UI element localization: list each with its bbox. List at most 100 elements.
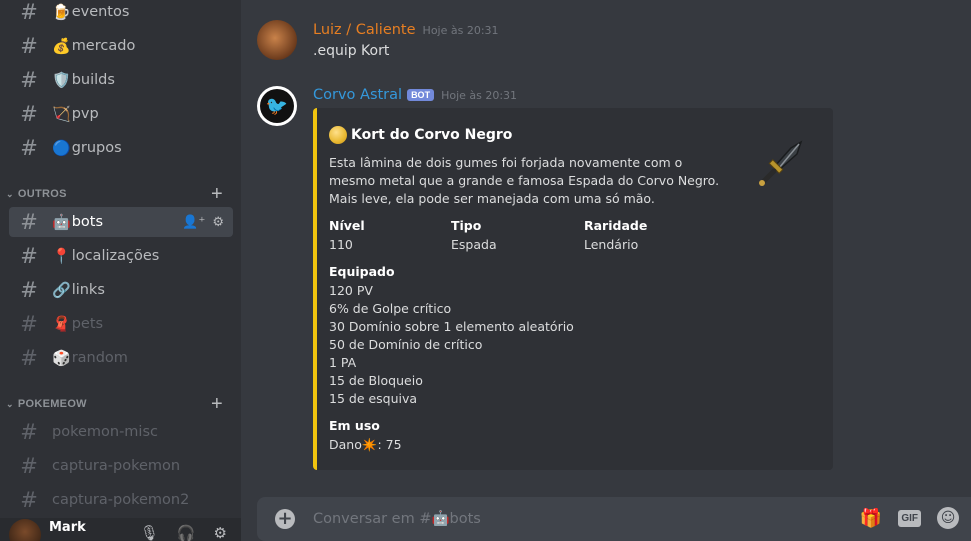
invite-icon[interactable]: 👤⁺	[182, 215, 205, 230]
channel-eventos[interactable]: # 🍺 eventos	[9, 0, 233, 27]
field-tipo-value: Espada	[451, 237, 497, 252]
channel-random[interactable]: # 🎲 random	[9, 343, 233, 373]
field-nivel-name: Nível	[329, 218, 365, 233]
avatar[interactable]: 🐦	[257, 86, 297, 126]
channel-mercado[interactable]: # 💰 mercado	[9, 31, 233, 61]
channel-pets[interactable]: # 🧣 pets	[9, 309, 233, 339]
field-equipado-name: Equipado	[329, 264, 395, 279]
message-header: Luiz / Caliente Hoje às 20:31	[313, 22, 499, 38]
stat-line: 6% de Golpe crítico	[329, 301, 452, 316]
channel-emoji: 🏹	[52, 105, 71, 123]
placeholder-emoji: 🤖	[431, 511, 450, 527]
embed-title-text: Kort do Corvo Negro	[351, 127, 513, 143]
channel-label: mercado	[71, 38, 136, 54]
gear-icon[interactable]: ⚙	[214, 524, 227, 541]
hash-icon: #	[20, 136, 38, 160]
channel-label: random	[71, 350, 128, 366]
timestamp: Hoje às 20:31	[441, 88, 518, 102]
category-label: OUTROS	[17, 188, 67, 200]
channel-emoji: 🔗	[52, 281, 71, 299]
damage-emoji: ✴️	[361, 437, 378, 452]
message-input[interactable]: Conversar em #🤖bots	[313, 510, 481, 527]
channel-localizacoes[interactable]: # 📍 localizações	[9, 241, 233, 271]
channel-label: eventos	[71, 4, 130, 20]
message-header: Corvo Astral BOT Hoje às 20:31	[313, 87, 517, 103]
stat-line: 30 Domínio sobre 1 elemento aleatório	[329, 319, 574, 334]
channel-captura-pokemon2[interactable]: # captura-pokemon2	[9, 485, 233, 515]
user-panel: Mark 🎙 🎧 ⚙	[0, 518, 241, 541]
gear-icon[interactable]: ⚙	[212, 215, 224, 230]
channel-bots[interactable]: # 🤖 bots 👤⁺ ⚙	[9, 207, 233, 237]
hash-icon: #	[20, 278, 38, 302]
avatar[interactable]	[9, 518, 41, 541]
hash-icon: #	[20, 210, 38, 234]
field-tipo-name: Tipo	[451, 218, 482, 233]
field-raridade-value: Lendário	[584, 237, 639, 252]
message-text: .equip Kort	[313, 43, 390, 59]
timestamp: Hoje às 20:31	[422, 23, 499, 37]
headphones-icon[interactable]: 🎧	[177, 524, 196, 541]
category-label: POKEMEOW	[17, 398, 87, 410]
avatar[interactable]	[257, 20, 297, 60]
channel-label: pets	[71, 316, 104, 332]
channel-links[interactable]: # 🔗 links	[9, 275, 233, 305]
bot-badge: BOT	[407, 89, 435, 101]
category-pokemeow[interactable]: ⌄ POKEMEOW +	[0, 393, 241, 416]
channel-captura-pokemon[interactable]: # captura-pokemon	[9, 451, 233, 481]
author-name[interactable]: Corvo Astral	[313, 87, 402, 103]
username: Mark	[49, 520, 86, 535]
microphone-icon[interactable]: 🎙	[140, 524, 159, 541]
field-equipado-value: 120 PV 6% de Golpe crítico 30 Domínio so…	[329, 282, 574, 408]
coin-icon	[329, 126, 347, 144]
sword-icon[interactable]	[757, 140, 805, 188]
channel-grupos[interactable]: # 🔵 grupos	[9, 133, 233, 163]
chevron-down-icon: ⌄	[6, 188, 14, 199]
channel-pokemon-misc[interactable]: # pokemon-misc	[9, 417, 233, 447]
stat-line: 120 PV	[329, 283, 373, 298]
channel-label: captura-pokemon2	[52, 492, 190, 508]
channel-builds[interactable]: # 🛡️ builds	[9, 65, 233, 95]
channel-label: grupos	[71, 140, 122, 156]
category-outros[interactable]: ⌄ OUTROS +	[0, 183, 241, 206]
channel-emoji: 🧣	[52, 315, 71, 333]
channel-emoji: 💰	[52, 37, 71, 55]
hash-icon: #	[20, 488, 38, 512]
damage-label: Dano	[329, 437, 362, 452]
damage-value: : 75	[377, 437, 402, 452]
channel-emoji: 🎲	[52, 349, 71, 367]
placeholder-prefix: Conversar em #	[313, 511, 432, 527]
raven-icon: 🐦	[260, 89, 294, 123]
embed-description: Esta lâmina de dois gumes foi forjada no…	[329, 155, 720, 206]
item-embed: Kort do Corvo Negro Esta lâmina de dois …	[313, 108, 833, 470]
embed-title: Kort do Corvo Negro	[329, 126, 512, 144]
message-input-bar[interactable]: + Conversar em #🤖bots 🎁 GIF ☺	[257, 497, 971, 541]
placeholder-channel: bots	[449, 511, 481, 527]
add-channel-icon[interactable]: +	[211, 183, 223, 206]
stat-line: 1 PA	[329, 355, 357, 370]
chevron-down-icon: ⌄	[6, 398, 14, 409]
channel-label: bots	[71, 214, 104, 230]
channel-label: pokemon-misc	[52, 424, 158, 440]
gift-icon[interactable]: 🎁	[860, 508, 882, 529]
author-name[interactable]: Luiz / Caliente	[313, 22, 416, 38]
hash-icon: #	[20, 68, 38, 92]
channel-label: builds	[71, 72, 115, 88]
hash-icon: #	[20, 346, 38, 370]
channel-pvp[interactable]: # 🏹 pvp	[9, 99, 233, 129]
hash-icon: #	[20, 102, 38, 126]
channel-label: localizações	[71, 248, 160, 264]
add-channel-icon[interactable]: +	[211, 393, 223, 416]
hash-icon: #	[20, 244, 38, 268]
upload-plus-icon[interactable]: +	[275, 509, 295, 529]
channel-emoji: 🔵	[52, 139, 71, 157]
channel-emoji: 🤖	[52, 213, 71, 231]
gif-button[interactable]: GIF	[898, 509, 921, 527]
hash-icon: #	[20, 0, 38, 24]
hash-icon: #	[20, 312, 38, 336]
field-em-uso-name: Em uso	[329, 418, 380, 433]
channel-label: captura-pokemon	[52, 458, 181, 474]
emoji-picker-icon[interactable]: ☺	[937, 507, 959, 529]
hash-icon: #	[20, 34, 38, 58]
field-em-uso-value: Dano✴️: 75	[329, 436, 402, 454]
channel-label: links	[71, 282, 105, 298]
